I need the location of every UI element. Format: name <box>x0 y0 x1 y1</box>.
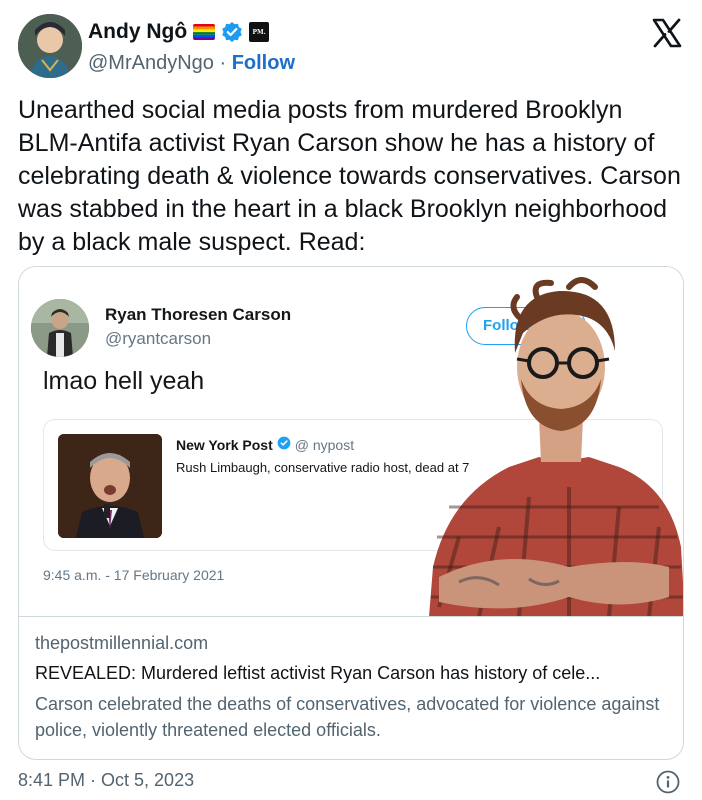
pm-logo-icon: PM. <box>249 22 270 42</box>
embedded-date: 9:45 a.m. - 17 February 2021 <box>43 567 225 583</box>
verified-badge-icon <box>221 21 243 43</box>
person-cutout-photo <box>429 277 683 616</box>
link-card-description: Carson celebrated the deaths of conserva… <box>35 694 660 740</box>
tweet-timestamp[interactable]: 8:41 PM · Oct 5, 2023 <box>18 770 194 791</box>
quoted-handle: @ nypost <box>294 436 355 453</box>
quoted-author: New York Post @ nypost <box>176 436 354 453</box>
embedded-tweet-text: lmao hell yeah <box>43 367 205 395</box>
x-logo-icon[interactable] <box>650 16 684 50</box>
info-icon[interactable] <box>656 770 680 794</box>
author-avatar[interactable] <box>18 14 82 78</box>
quoted-verified-icon <box>277 436 291 453</box>
author-handle[interactable]: @MrAndyNgo <box>88 52 214 74</box>
link-card-image: Ryan Thoresen Carson @ryantcarson Follow… <box>19 267 683 617</box>
quoted-author-name: New York Post <box>176 436 273 453</box>
embedded-avatar <box>31 299 89 357</box>
link-card-domain: thepostmillennial.com <box>35 633 209 653</box>
tweet-text: Unearthed social media posts from murder… <box>18 96 681 256</box>
separator: · <box>213 52 232 74</box>
embedded-handle: @ryantcarson <box>105 329 212 348</box>
author-handle-row: @MrAndyNgo · Follow <box>88 52 295 75</box>
author-name[interactable]: Andy Ngô <box>88 20 187 44</box>
tweet-header: Andy Ngô PM. @MrAndyNgo · Follow <box>18 14 684 80</box>
follow-button[interactable]: Follow <box>232 52 295 74</box>
link-card-title[interactable]: REVEALED: Murdered leftist activist Ryan… <box>35 663 600 684</box>
embedded-name: Ryan Thoresen Carson <box>105 305 292 324</box>
quoted-tweet-image <box>58 434 162 538</box>
rainbow-flag-icon <box>193 24 216 40</box>
link-card[interactable]: Ryan Thoresen Carson @ryantcarson Follow… <box>18 266 684 760</box>
